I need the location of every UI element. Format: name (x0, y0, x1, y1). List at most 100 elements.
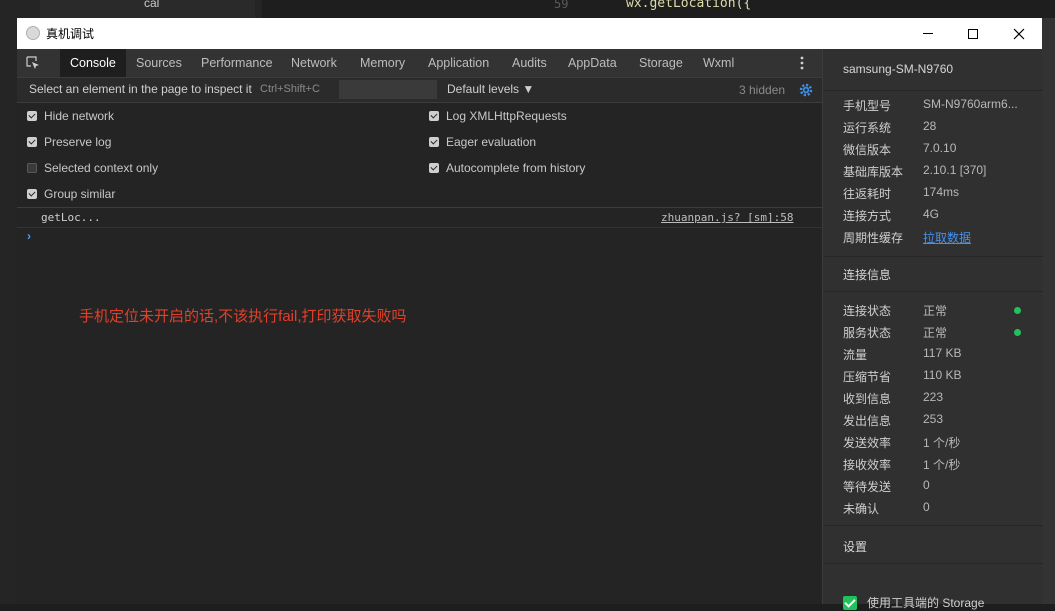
console-settings: Hide network Preserve log Selected conte… (17, 103, 822, 208)
inspect-shortcut: Ctrl+Shift+C (260, 83, 320, 95)
device-info-value: SM-N9760arm6... (923, 97, 1018, 111)
eager-eval-label: Eager evaluation (446, 135, 537, 149)
device-info-label: 周期性缓存 (843, 231, 904, 245)
group-similar-checkbox[interactable] (27, 189, 37, 199)
device-info-label: 基础库版本 (843, 165, 904, 179)
remote-debug-window: 真机调试 Console Sources Performance Network Mem… (17, 18, 1043, 610)
devtools-tabbar: Console Sources Performance Network Memory Ap… (17, 49, 822, 78)
tab-network[interactable]: Network (281, 49, 347, 77)
divider (823, 291, 1043, 292)
connection-info-label: 压缩节省 (843, 370, 892, 384)
divider (823, 563, 1043, 564)
minimize-icon (923, 33, 933, 34)
connection-info-label: 未确认 (843, 502, 880, 516)
log-xhr-checkbox[interactable] (429, 111, 439, 121)
console-filter-bar: Select an element in the page to inspect… (17, 78, 822, 103)
eager-eval-checkbox[interactable] (429, 137, 439, 147)
tab-memory[interactable]: Memory (350, 49, 415, 77)
tab-application[interactable]: Application (418, 49, 499, 77)
use-tool-storage-label: 使用工具端的 Storage (867, 596, 985, 610)
folder-item[interactable]: cal (144, 0, 159, 10)
filter-text-field[interactable] (339, 80, 437, 99)
console-settings-icon[interactable] (798, 82, 814, 98)
connection-info-label: 收到信息 (843, 392, 892, 406)
connection-info-value: 117 KB (923, 346, 962, 360)
file-explorer: cal (40, 0, 255, 18)
maximize-button[interactable] (950, 18, 996, 49)
connection-info-value: 0 (923, 500, 930, 514)
tab-storage[interactable]: Storage (629, 49, 693, 77)
connection-info-label: 等待发送 (843, 480, 892, 494)
close-button[interactable] (996, 18, 1042, 49)
inspect-element-icon[interactable] (25, 55, 41, 71)
connection-info-value: 223 (923, 390, 944, 404)
tab-performance[interactable]: Performance (191, 49, 283, 77)
preserve-log-checkbox[interactable] (27, 137, 37, 147)
divider (823, 525, 1043, 526)
device-info-label: 微信版本 (843, 143, 892, 157)
tab-appdata[interactable]: AppData (558, 49, 627, 77)
device-info-label: 手机型号 (843, 99, 892, 113)
device-name: samsung-SM-N9760 (843, 62, 954, 76)
line-number: 59 (554, 0, 569, 11)
title-bar: 真机调试 (17, 18, 1042, 49)
group-similar-label: Group similar (44, 187, 116, 201)
connection-info-label: 接收效率 (843, 458, 892, 472)
device-info-value: 7.0.10 (923, 141, 957, 155)
connection-info-label: 发出信息 (843, 414, 892, 428)
selected-context-checkbox[interactable] (27, 163, 37, 173)
divider (823, 90, 1043, 91)
connection-info-title: 连接信息 (843, 268, 892, 282)
connection-info-value: 正常 (923, 326, 948, 340)
selected-context-label: Selected context only (44, 161, 159, 175)
device-info-value: 4G (923, 207, 940, 221)
autocomplete-label: Autocomplete from history (446, 161, 586, 175)
connection-info-label: 流量 (843, 348, 868, 362)
more-options-icon[interactable] (800, 55, 804, 71)
connection-info-value: 0 (923, 478, 930, 492)
annotation-text: 手机定位未开启的话,不该执行fail,打印获取失败吗 (79, 308, 407, 325)
device-info-label: 往返耗时 (843, 187, 892, 201)
connection-info-label: 服务状态 (843, 326, 892, 340)
status-ok-dot (1014, 329, 1021, 336)
connection-info-value: 正常 (923, 304, 948, 318)
minimize-button[interactable] (905, 18, 951, 49)
connection-info-value: 1 个/秒 (923, 436, 961, 450)
log-source-link[interactable]: zhuanpan.js? [sm]:58 (661, 211, 793, 224)
device-info-panel: samsung-SM-N9760 手机型号 SM-N9760arm6... 运行系统… (822, 49, 1043, 610)
wechat-devtools-icon (26, 26, 40, 40)
device-info-label: 运行系统 (843, 121, 892, 135)
hide-network-label: Hide network (44, 109, 115, 123)
tab-console[interactable]: Console (60, 49, 126, 77)
connection-info-value: 110 KB (923, 368, 962, 382)
settings-title: 设置 (843, 540, 868, 554)
editor-edge (1042, 18, 1055, 604)
log-xhr-label: Log XMLHttpRequests (446, 109, 567, 123)
tab-wxml[interactable]: Wxml (693, 49, 744, 77)
tab-audits[interactable]: Audits (502, 49, 557, 77)
use-tool-storage-checkbox[interactable] (843, 596, 857, 610)
device-info-value: 174ms (923, 185, 960, 199)
tab-sources[interactable]: Sources (126, 49, 192, 77)
hidden-count: 3 hidden (739, 83, 786, 97)
fetch-data-link[interactable]: 拉取数据 (923, 229, 971, 246)
divider (823, 256, 1043, 257)
preserve-log-label: Preserve log (44, 135, 112, 149)
autocomplete-checkbox[interactable] (429, 163, 439, 173)
close-icon (1013, 28, 1025, 39)
connection-info-label: 连接状态 (843, 304, 892, 318)
hide-network-checkbox[interactable] (27, 111, 37, 121)
console-log-row: getLoc... zhuanpan.js? [sm]:58 (17, 208, 822, 228)
log-levels-dropdown[interactable]: Default levels ▼ (447, 82, 534, 96)
window-title: 真机调试 (46, 27, 95, 41)
device-info-label: 连接方式 (843, 209, 892, 223)
connection-info-label: 发送效率 (843, 436, 892, 450)
device-info-value: 28 (923, 119, 937, 133)
maximize-icon (968, 28, 978, 39)
log-message[interactable]: getLoc... (41, 211, 101, 224)
connection-info-value: 1 个/秒 (923, 458, 961, 472)
status-ok-dot (1014, 307, 1021, 314)
devtools-panel: Console Sources Performance Network Memory Ap… (17, 49, 822, 604)
connection-info-value: 253 (923, 412, 944, 426)
console-prompt[interactable]: › (27, 229, 31, 243)
